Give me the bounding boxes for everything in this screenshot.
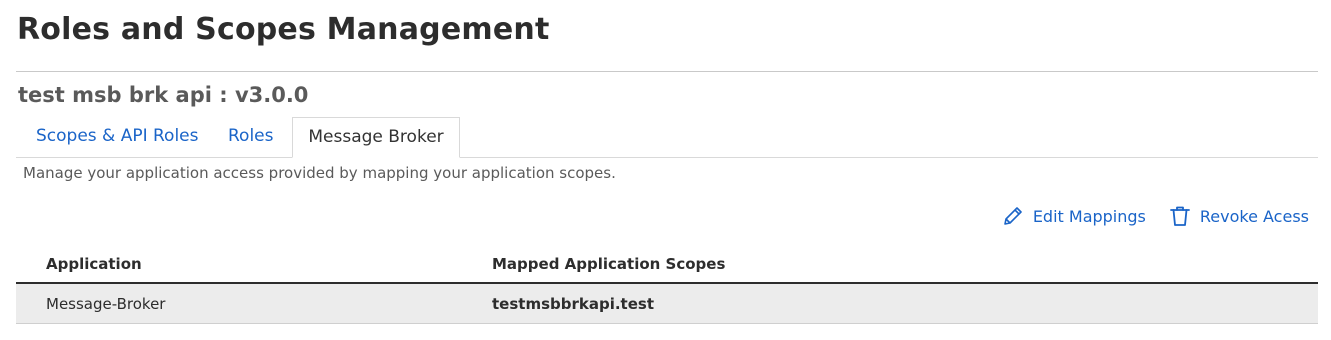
edit-mappings-label: Edit Mappings xyxy=(1032,206,1146,226)
tab-message-broker[interactable]: Message Broker xyxy=(292,117,460,158)
column-header-application: Application xyxy=(46,255,142,273)
trash-icon xyxy=(1168,204,1192,228)
revoke-access-label: Revoke Acess xyxy=(1199,206,1309,226)
cell-application: Message-Broker xyxy=(46,295,166,313)
action-bar: Edit Mappings Revoke Acess xyxy=(1001,202,1309,230)
page-description: Manage your application access provided … xyxy=(23,164,616,182)
tab-bar: Scopes & API Roles Roles Message Broker xyxy=(16,117,1318,158)
table-header: Application Mapped Application Scopes xyxy=(16,243,1318,284)
page-title: Roles and Scopes Management xyxy=(17,12,550,47)
revoke-access-button[interactable]: Revoke Acess xyxy=(1168,204,1309,228)
column-header-mapped-scopes: Mapped Application Scopes xyxy=(492,255,726,273)
api-subtitle: test msb brk api : v3.0.0 xyxy=(18,83,309,107)
cell-mapped-scopes: testmsbbrkapi.test xyxy=(492,295,654,313)
tab-scopes-api-roles[interactable]: Scopes & API Roles xyxy=(36,117,199,157)
pencil-icon xyxy=(1001,204,1025,228)
page: Roles and Scopes Management test msb brk… xyxy=(0,0,1331,340)
tab-roles[interactable]: Roles xyxy=(228,117,274,157)
edit-mappings-button[interactable]: Edit Mappings xyxy=(1001,204,1146,228)
title-divider xyxy=(16,71,1318,72)
mappings-table: Application Mapped Application Scopes Me… xyxy=(16,243,1318,324)
table-row[interactable]: Message-Broker testmsbbrkapi.test xyxy=(16,284,1318,324)
